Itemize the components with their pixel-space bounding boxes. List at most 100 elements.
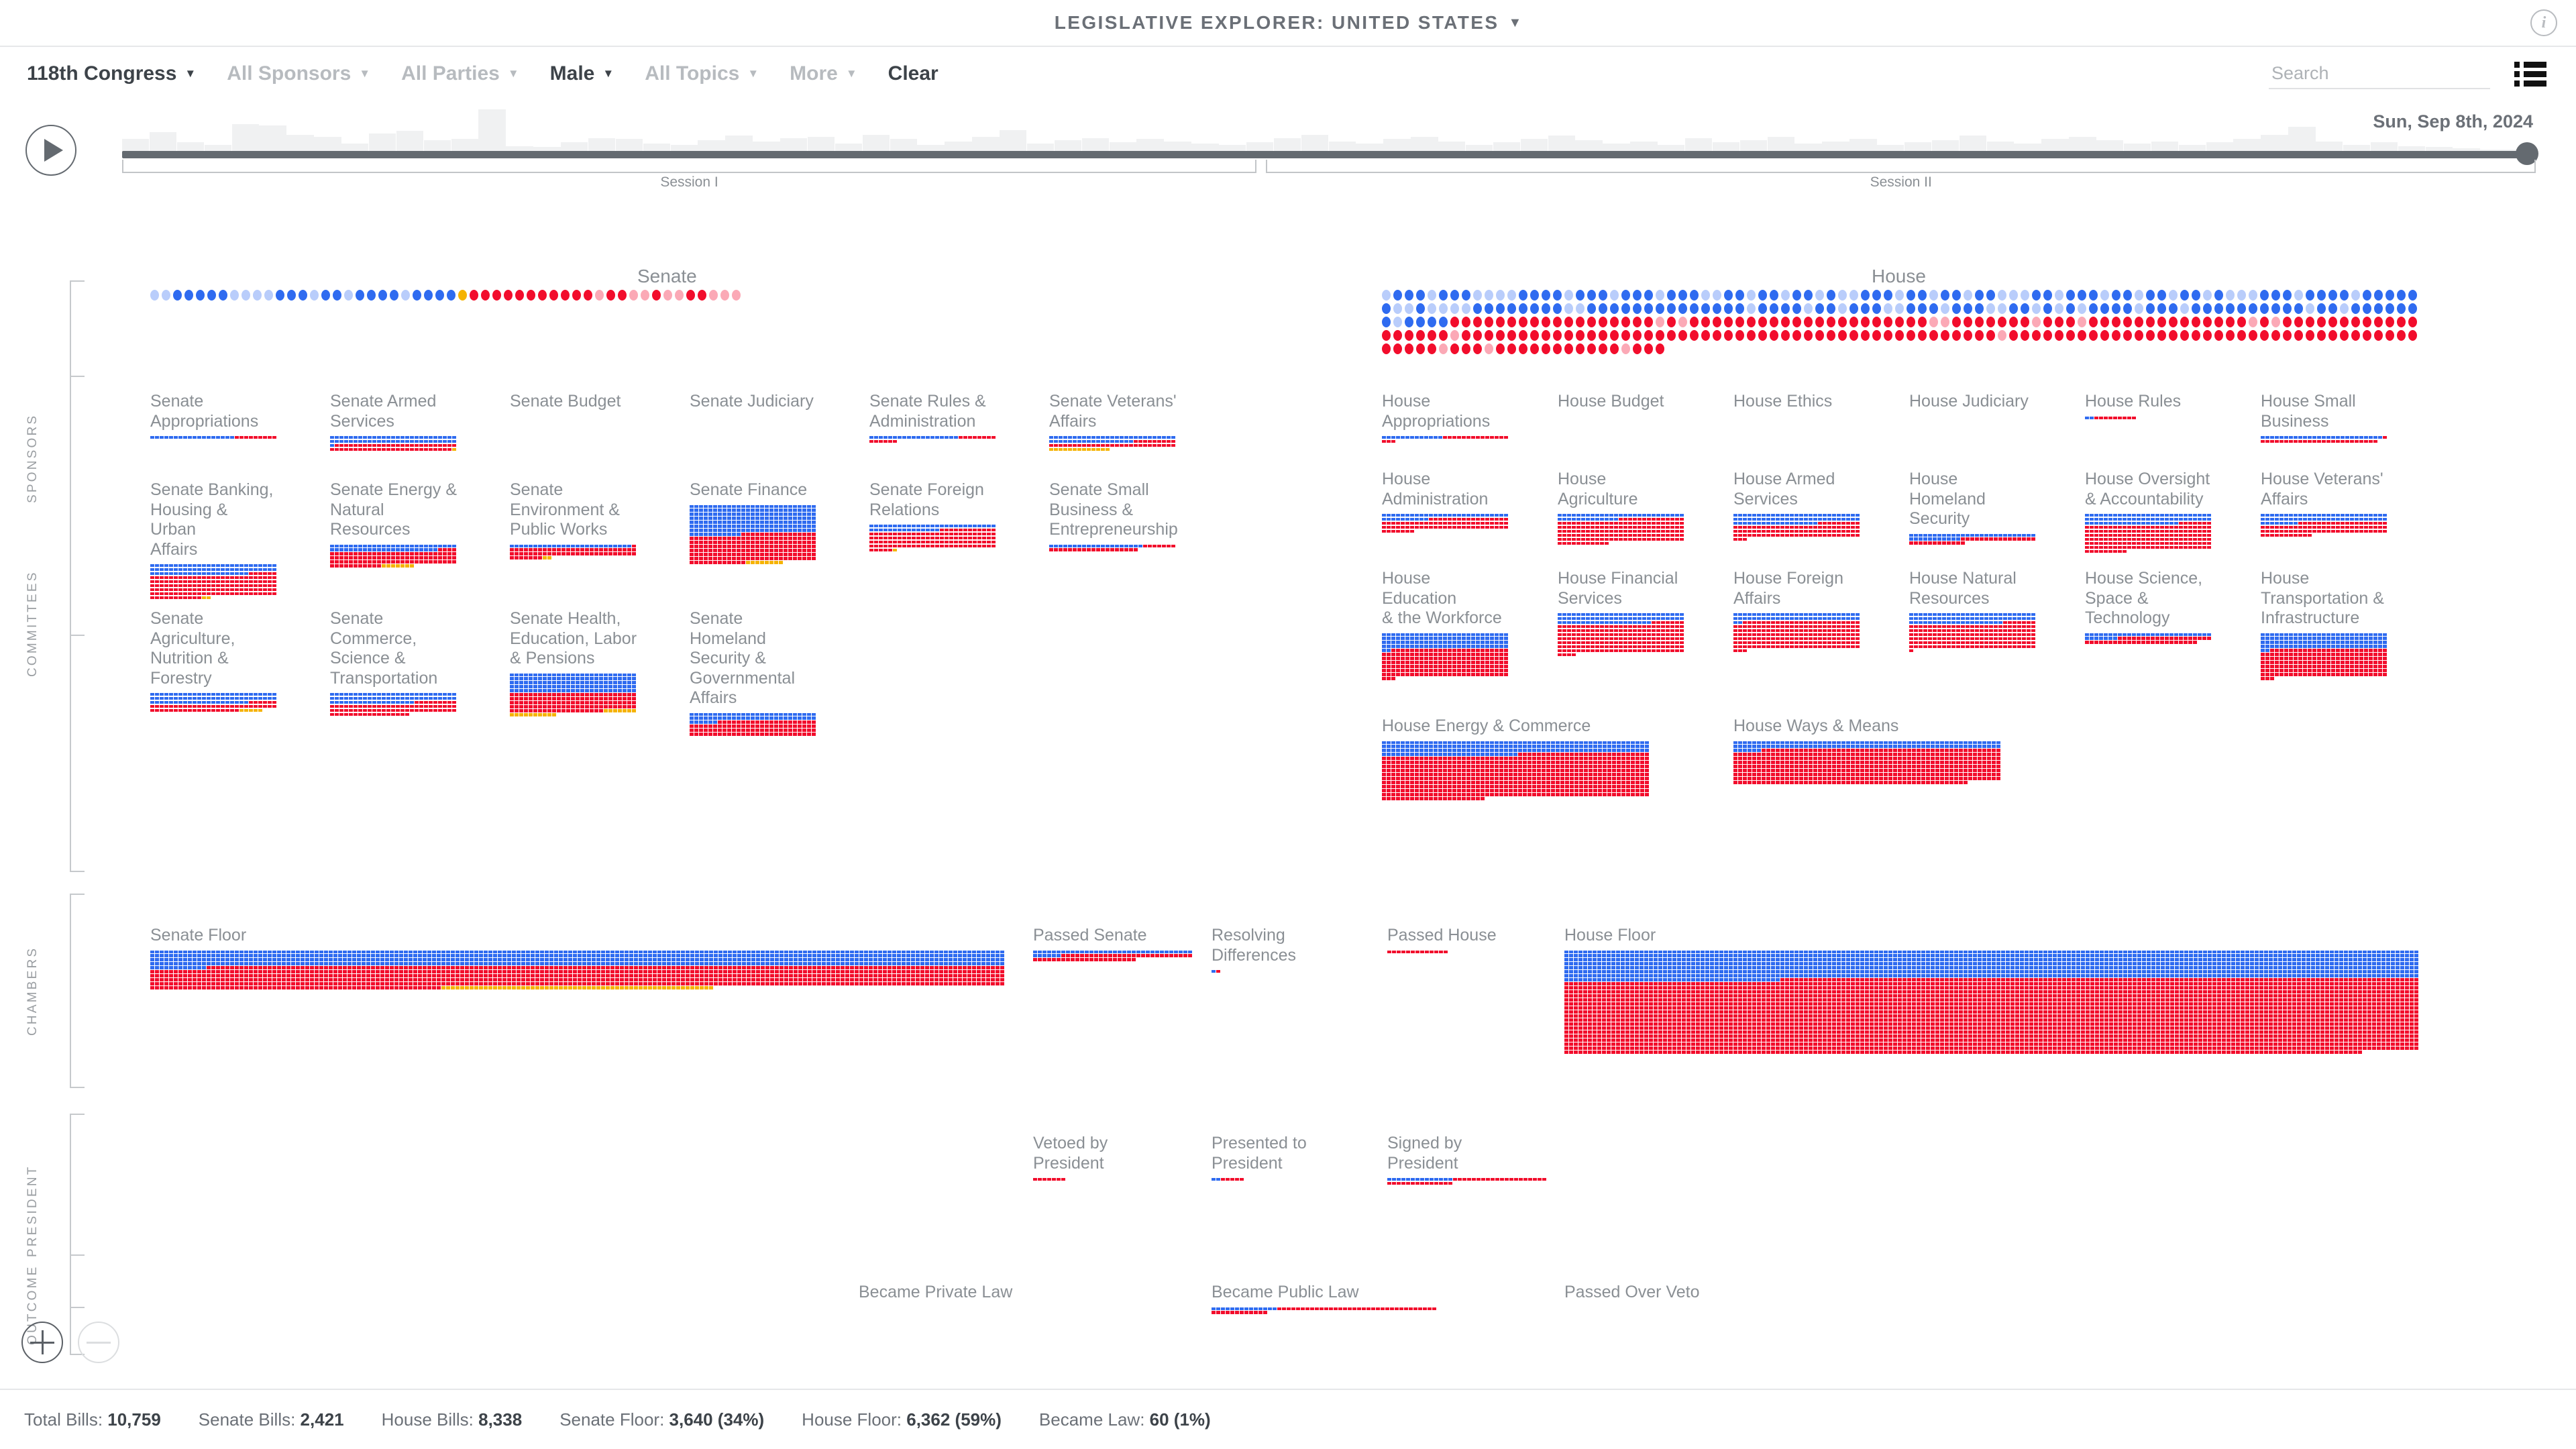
sponsor-dot[interactable] [2203,330,2212,341]
sponsor-dot[interactable] [367,290,376,301]
sponsor-dot[interactable] [1450,330,1459,341]
sponsor-dot[interactable] [2397,303,2406,314]
node-house-foreign-affairs[interactable]: House Foreign Affairs [1733,569,1861,653]
sponsor-dot[interactable] [264,290,273,301]
sponsor-dot[interactable] [1587,317,1596,327]
sponsor-dot[interactable] [1815,290,1824,301]
sponsor-dot[interactable] [1964,303,1972,314]
sponsor-dot[interactable] [2351,317,2360,327]
sponsor-dot[interactable] [1519,343,1527,354]
sponsor-dot[interactable] [1884,303,1892,314]
node-senate-veterans-affairs[interactable]: Senate Veterans' Affairs [1049,392,1177,452]
sponsor-dot[interactable] [1747,330,1756,341]
sponsor-dot[interactable] [1519,303,1527,314]
sponsor-dot[interactable] [2055,290,2063,301]
sponsor-dot[interactable] [2055,303,2063,314]
sponsor-dot[interactable] [1382,343,1391,354]
sponsor-dot[interactable] [2146,330,2155,341]
sponsor-dot[interactable] [1644,343,1653,354]
sponsor-dot[interactable] [1393,343,1402,354]
node-house-oversight-accountability[interactable]: House Oversight & Accountability [2085,470,2212,554]
sponsor-dot[interactable] [2009,290,2018,301]
sponsor-dot[interactable] [1735,330,1744,341]
sponsor-dot[interactable] [413,290,421,301]
sponsor-dot[interactable] [1929,330,1938,341]
sponsor-dot[interactable] [709,290,718,301]
sponsor-dot[interactable] [1644,330,1653,341]
sponsor-dot[interactable] [2032,330,2041,341]
sponsor-dot[interactable] [1621,290,1630,301]
sponsor-dot[interactable] [1587,290,1596,301]
sponsor-dot[interactable] [2043,303,2052,314]
sponsor-dot[interactable] [1439,330,1448,341]
sponsor-dot[interactable] [2066,317,2075,327]
sponsor-dot[interactable] [1998,317,2006,327]
sponsor-dot[interactable] [1884,330,1892,341]
sponsor-dot[interactable] [2032,290,2041,301]
node-senate-foreign-relations[interactable]: Senate Foreign Relations [869,480,997,553]
sponsor-dot[interactable] [1747,303,1756,314]
sponsor-dot[interactable] [2078,317,2086,327]
sponsor-dot[interactable] [2249,330,2257,341]
sponsor-dot[interactable] [1542,343,1550,354]
sponsor-dot[interactable] [1724,303,1733,314]
sponsor-dot[interactable] [356,290,364,301]
sponsor-dot[interactable] [720,290,729,301]
sponsor-dot[interactable] [1667,317,1676,327]
sponsor-dot[interactable] [2317,303,2326,314]
sponsor-dot[interactable] [1473,343,1482,354]
sponsor-dot[interactable] [2112,290,2121,301]
sponsor-dot[interactable] [2271,290,2280,301]
play-button[interactable] [25,125,76,176]
sponsor-dot[interactable] [1861,290,1870,301]
sponsor-dot[interactable] [241,290,250,301]
sponsor-dot[interactable] [2135,290,2143,301]
sponsor-dot[interactable] [424,290,433,301]
sponsor-dot[interactable] [1781,290,1790,301]
sponsor-dot[interactable] [1872,290,1881,301]
node-senate-rules-administration[interactable]: Senate Rules & Administration [869,392,997,444]
sponsor-dot[interactable] [1827,290,1835,301]
sponsor-dot[interactable] [435,290,444,301]
sponsor-dot[interactable] [1667,303,1676,314]
sponsor-dot[interactable] [732,290,741,301]
sponsor-dot[interactable] [481,290,490,301]
sponsor-dot[interactable] [2283,290,2292,301]
sponsor-dot[interactable] [2363,303,2371,314]
sponsor-dot[interactable] [2340,317,2349,327]
sponsor-dot[interactable] [2260,290,2269,301]
sponsor-dot[interactable] [2135,330,2143,341]
sponsor-dot[interactable] [1496,290,1505,301]
sponsor-dot[interactable] [1507,290,1516,301]
search-input[interactable] [2269,58,2490,89]
sponsor-dot[interactable] [1462,343,1470,354]
sponsor-dot[interactable] [1644,290,1653,301]
sponsor-dot[interactable] [1667,330,1676,341]
sponsor-dot[interactable] [2078,290,2086,301]
sponsor-dot[interactable] [2306,290,2314,301]
sponsor-dot[interactable] [1838,290,1847,301]
sponsor-dot[interactable] [2135,317,2143,327]
sponsor-dot[interactable] [2089,303,2098,314]
sponsor-dot[interactable] [595,290,604,301]
sponsor-dot[interactable] [2340,290,2349,301]
sponsor-dot[interactable] [1576,303,1585,314]
node-house-science-space-technology[interactable]: House Science, Space & Technology [2085,569,2212,645]
sponsor-dot[interactable] [1678,317,1687,327]
sponsor-dot[interactable] [2328,290,2337,301]
node-senate-commerce-science-transportation[interactable]: Senate Commerce, Science & Transportatio… [330,609,458,717]
sponsor-dot[interactable] [1781,317,1790,327]
sponsor-dot[interactable] [2203,303,2212,314]
sponsor-dot[interactable] [1450,343,1459,354]
sponsor-dot[interactable] [2146,290,2155,301]
sponsor-dot[interactable] [1587,343,1596,354]
sponsor-dot[interactable] [1964,290,1972,301]
sponsor-dot[interactable] [1895,303,1904,314]
sponsor-dot[interactable] [2408,303,2417,314]
sponsor-dot[interactable] [2351,330,2360,341]
sponsor-dot[interactable] [1462,330,1470,341]
sponsor-dot[interactable] [1462,303,1470,314]
sponsor-dot[interactable] [1530,343,1539,354]
sponsor-dot[interactable] [2078,330,2086,341]
sponsor-dot[interactable] [1428,290,1436,301]
